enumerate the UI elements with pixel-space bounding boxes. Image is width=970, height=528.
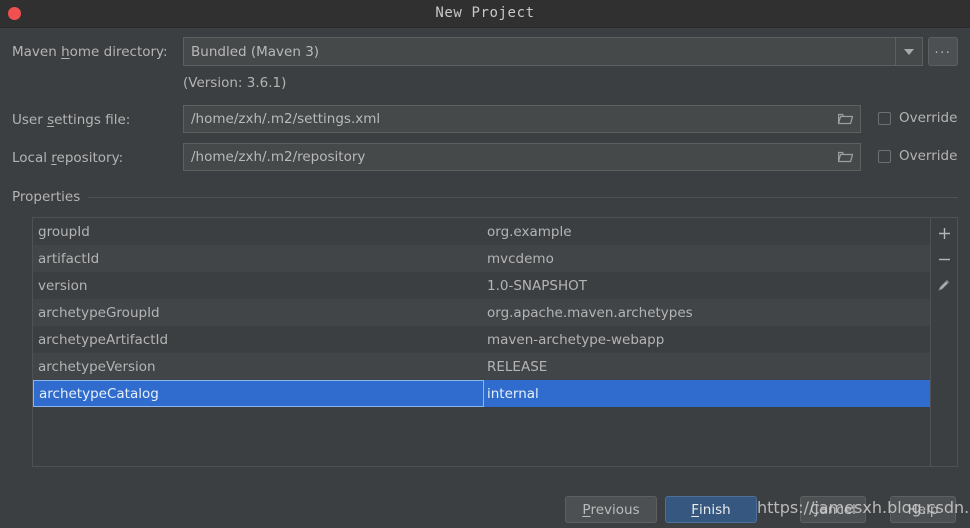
user-settings-override-label: Override xyxy=(899,110,958,126)
user-settings-browse-button[interactable] xyxy=(830,106,860,132)
user-settings-file-value: /home/zxh/.m2/settings.xml xyxy=(191,111,381,127)
previous-button[interactable]: Previous xyxy=(565,496,657,523)
mnemonic-char: F xyxy=(691,501,700,518)
user-settings-file-input[interactable]: /home/zxh/.m2/settings.xml xyxy=(183,105,861,133)
table-row[interactable]: version 1.0-SNAPSHOT xyxy=(33,272,931,299)
finish-button[interactable]: Finish xyxy=(665,496,757,523)
property-value-cell[interactable]: org.example xyxy=(484,218,930,245)
maven-home-browse-button[interactable]: ... xyxy=(928,37,958,66)
table-row[interactable]: artifactId mvcdemo xyxy=(33,245,931,272)
property-key-cell[interactable]: archetypeCatalog xyxy=(33,380,484,407)
property-value-cell[interactable]: 1.0-SNAPSHOT xyxy=(484,272,930,299)
maven-home-directory-value: Bundled (Maven 3) xyxy=(191,43,320,60)
local-repository-override-checkbox[interactable]: Override xyxy=(878,148,957,164)
background-code-line-1: <?xml version="1.0" encoding="UTF-8"?> xyxy=(0,27,970,28)
property-key-cell[interactable]: artifactId xyxy=(33,245,484,272)
remove-property-button[interactable] xyxy=(932,246,956,272)
properties-table[interactable]: groupId org.example artifactId mvcdemo versi… xyxy=(32,217,958,467)
add-property-button[interactable] xyxy=(932,220,956,246)
table-row[interactable]: archetypeVersion RELEASE xyxy=(33,353,931,380)
properties-table-toolbar[interactable] xyxy=(930,218,957,466)
checkbox-box-icon xyxy=(878,149,891,163)
maven-home-directory-combobox[interactable]: Bundled (Maven 3) xyxy=(183,37,923,66)
cancel-button[interactable]: Cancel xyxy=(800,496,866,523)
table-row[interactable]: groupId org.example xyxy=(33,218,931,245)
local-repository-input[interactable]: /home/zxh/.m2/repository xyxy=(183,143,861,171)
chevron-down-icon xyxy=(904,48,914,55)
property-key-cell[interactable]: groupId xyxy=(33,218,484,245)
local-repository-value: /home/zxh/.m2/repository xyxy=(191,149,366,165)
maven-home-dropdown-toggle[interactable] xyxy=(895,38,922,65)
property-key-cell[interactable]: archetypeGroupId xyxy=(33,299,484,326)
plus-icon xyxy=(938,227,950,239)
properties-group-title: Properties xyxy=(12,189,89,205)
mnemonic-char: h xyxy=(61,44,70,60)
properties-group-separator xyxy=(12,197,958,198)
property-key-cell[interactable]: version xyxy=(33,272,484,299)
property-key-cell[interactable]: archetypeVersion xyxy=(33,353,484,380)
property-key-cell[interactable]: archetypeArtifactId xyxy=(33,326,484,353)
user-settings-file-label: User settings file: xyxy=(12,112,131,128)
property-value-cell[interactable]: mvcdemo xyxy=(484,245,930,272)
minus-icon xyxy=(938,258,950,260)
edit-property-button[interactable] xyxy=(932,272,956,298)
local-repository-browse-button[interactable] xyxy=(830,144,860,170)
table-row[interactable]: archetypeArtifactId maven-archetype-webap… xyxy=(33,326,931,353)
maven-version-note: (Version: 3.6.1) xyxy=(183,75,287,91)
window-title: New Project xyxy=(435,5,535,21)
checkbox-box-icon xyxy=(878,111,891,125)
property-value-cell[interactable]: RELEASE xyxy=(484,353,930,380)
mnemonic-char: P xyxy=(582,501,591,518)
help-button[interactable]: Help xyxy=(890,496,956,523)
title-bar: <?xml version="1.0" encoding="UTF-8"?> <… xyxy=(0,0,970,28)
pencil-icon xyxy=(938,279,950,291)
user-settings-override-checkbox[interactable]: Override xyxy=(878,110,957,126)
folder-icon xyxy=(837,113,853,125)
table-row[interactable]: archetypeCatalog internal xyxy=(33,380,931,407)
maven-home-directory-label: Maven home directory: xyxy=(12,44,168,60)
local-repository-override-label: Override xyxy=(899,148,958,164)
property-value-cell[interactable]: org.apache.maven.archetypes xyxy=(484,299,930,326)
property-value-cell[interactable]: maven-archetype-webapp xyxy=(484,326,930,353)
local-repository-label: Local repository: xyxy=(12,150,124,166)
property-value-cell[interactable]: internal xyxy=(484,380,930,407)
folder-icon xyxy=(837,151,853,163)
properties-table-body[interactable]: groupId org.example artifactId mvcdemo versi… xyxy=(33,218,931,466)
table-row[interactable]: archetypeGroupId org.apache.maven.archety… xyxy=(33,299,931,326)
